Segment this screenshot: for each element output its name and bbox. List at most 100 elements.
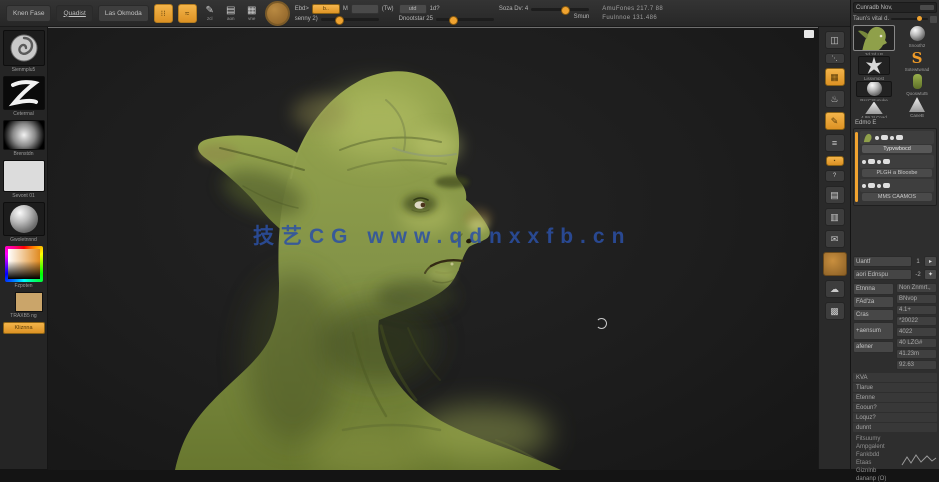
subtool-header[interactable]: Edmo E	[853, 120, 937, 128]
help-button[interactable]: ?	[824, 170, 845, 182]
alpha-thumbnail[interactable]	[2, 120, 45, 150]
current-color-swatch[interactable]	[15, 292, 43, 312]
palette-label[interactable]: Fitsuumy	[853, 436, 937, 442]
current-tool-goblin[interactable]	[853, 25, 895, 51]
tool-cone[interactable]	[904, 97, 930, 113]
material-quick-button[interactable]	[264, 0, 290, 26]
color-picker[interactable]	[4, 246, 43, 282]
draw-size-slider[interactable]	[531, 5, 590, 15]
palette-button[interactable]: 41.23m	[896, 349, 937, 359]
tray-slider[interactable]	[891, 16, 928, 21]
subtool-name[interactable]: PLGH a Blooxbe	[862, 169, 932, 177]
secondary-field[interactable]	[350, 4, 379, 14]
brush-icon[interactable]	[890, 135, 894, 140]
eye-icon[interactable]	[862, 159, 866, 164]
palette-button[interactable]: 40 LZG#	[896, 338, 937, 348]
brush-thumbnail[interactable]	[2, 30, 45, 66]
zadd-button[interactable]: ✎ zcl	[202, 4, 218, 21]
palette-button[interactable]: Non Znmrt.,	[896, 283, 937, 293]
paint-icon[interactable]	[868, 183, 875, 188]
sculpt-viewport[interactable]: 技艺CG www.qdnxxfb.cn	[48, 27, 818, 470]
palette-button[interactable]: Cras	[853, 309, 894, 321]
palette-button[interactable]: afener	[853, 341, 894, 353]
palette-button[interactable]: 92.63	[896, 360, 937, 370]
eye-icon[interactable]	[862, 183, 866, 188]
mini-toggle[interactable]: ▪	[825, 156, 844, 166]
list-item[interactable]: Eooun?	[853, 403, 937, 412]
subtool-row[interactable]	[860, 155, 934, 168]
tray-header[interactable]: Cunradb Nov,	[853, 2, 937, 13]
frame-button[interactable]: ▤	[824, 186, 845, 204]
palette-button[interactable]: FAd'za	[853, 296, 894, 308]
list-item[interactable]: Loquz?	[853, 413, 937, 422]
eye-icon[interactable]	[875, 135, 879, 140]
local-button[interactable]: ✎	[824, 112, 845, 130]
geometry-slider[interactable]: aori Ednspu -2 ✦	[853, 269, 937, 280]
zsub-button[interactable]: ▤ aon	[223, 5, 239, 21]
tool-triangle[interactable]	[859, 102, 889, 114]
switch-color-button[interactable]: Kliznna	[2, 322, 45, 334]
cone-icon	[909, 97, 925, 113]
list-item[interactable]: dunnt	[853, 423, 937, 432]
zcut-button[interactable]: ▦ vne	[244, 5, 260, 21]
paint-icon[interactable]	[868, 159, 875, 164]
brush-icon[interactable]	[877, 183, 881, 188]
list-item[interactable]: Etenne	[853, 393, 937, 402]
mask-icon[interactable]	[896, 135, 903, 140]
subtool-row[interactable]	[860, 179, 934, 192]
mask-icon[interactable]	[883, 159, 890, 164]
watermark-text: 技艺CG www.qdnxxfb.cn	[253, 225, 632, 248]
palette-button[interactable]: 4.1+	[896, 305, 937, 315]
palette-label[interactable]: Ampgalent	[853, 444, 937, 450]
move-button[interactable]: ▥	[824, 208, 845, 226]
geometry-slider[interactable]: Uantf 1 ▸	[853, 256, 937, 267]
cloud-button[interactable]: ☁	[824, 280, 845, 298]
palette-button[interactable]: 4022	[896, 327, 937, 337]
rgb-toggle[interactable]: ≈	[177, 3, 197, 23]
tool-sphere2[interactable]	[856, 80, 892, 97]
mask-icon[interactable]	[883, 183, 890, 188]
palette-button[interactable]: *20022	[896, 316, 937, 326]
stroke-thumbnail[interactable]	[2, 76, 45, 110]
scale-button[interactable]: ✉	[824, 230, 845, 248]
floor-button[interactable]: ♨	[824, 90, 845, 108]
tool-star[interactable]	[858, 56, 890, 76]
slider-button[interactable]: ✦	[924, 269, 937, 280]
texture-thumbnail[interactable]	[2, 160, 45, 192]
persp-button[interactable]: ▦	[824, 68, 845, 86]
pen-icon: ✎	[205, 4, 214, 16]
mrgb-toggle[interactable]: ⁝⁝	[153, 3, 173, 23]
slider-button[interactable]: ▸	[924, 256, 937, 267]
brush-icon[interactable]	[877, 159, 881, 164]
material-sphere-icon	[9, 205, 38, 233]
topbar-button-2[interactable]: Quadist	[56, 4, 93, 22]
topbar-button-3[interactable]: Las Okmoda	[97, 4, 149, 22]
subtool-scrollbar[interactable]	[855, 132, 858, 202]
tool-simplebrush[interactable]: S	[904, 49, 930, 66]
list-item[interactable]: KVA	[853, 373, 937, 382]
intensity-field[interactable]: b..	[311, 4, 340, 14]
tray-slider-button[interactable]	[930, 15, 937, 23]
subtool-name[interactable]: MMS CAAMOS	[862, 193, 932, 201]
mini-field-1[interactable]: utd	[398, 4, 427, 14]
focal-shift-slider[interactable]	[435, 15, 494, 25]
material-preview-button[interactable]	[822, 252, 847, 276]
z-intensity-slider[interactable]	[320, 15, 379, 25]
palette-button[interactable]: BNvop	[896, 294, 937, 304]
subtool-row[interactable]	[860, 131, 934, 144]
topbar-button-1[interactable]: Knen Fase	[6, 4, 52, 22]
small-icon[interactable]: ⋱	[824, 53, 845, 64]
palette-label[interactable]: dananp (O)	[853, 476, 937, 482]
palette-button[interactable]: +aensum	[853, 322, 894, 340]
tool-figure[interactable]	[904, 73, 930, 90]
paint-icon[interactable]	[881, 135, 888, 140]
preview-icon[interactable]: ◫	[824, 31, 845, 49]
palette-button[interactable]: Etnnna	[853, 283, 894, 295]
subtool-name[interactable]: Typvwbocd	[862, 145, 932, 153]
canvas-corner-icon[interactable]	[804, 30, 814, 38]
material-thumbnail[interactable]	[2, 202, 45, 236]
list-item[interactable]: Tlarue	[853, 383, 937, 392]
grid-button[interactable]: ▩	[824, 302, 845, 320]
lines-button[interactable]: ≡	[824, 134, 845, 152]
tool-sphere[interactable]	[904, 25, 930, 42]
